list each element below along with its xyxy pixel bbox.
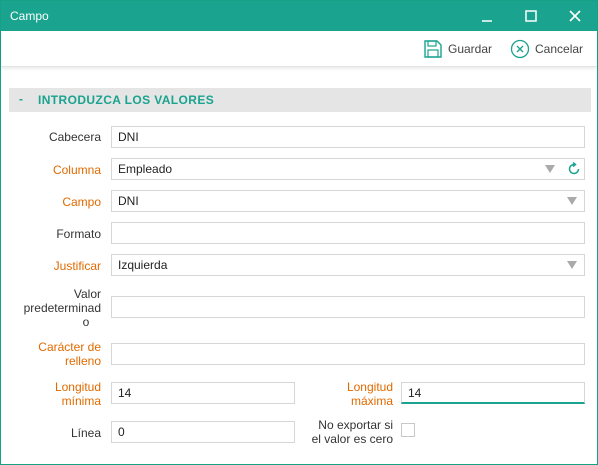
longitud-minima-label: Longitud mínima: [54, 380, 101, 408]
longitud-maxima-input[interactable]: 14: [401, 382, 585, 404]
linea-input[interactable]: 0: [111, 421, 295, 443]
cabecera-label: Cabecera: [48, 130, 101, 144]
campo-select[interactable]: DNI: [111, 190, 585, 212]
valor-predeterminado-input[interactable]: [111, 296, 585, 318]
no-exportar-label: No exportar si el valor es cero: [311, 418, 393, 446]
minimize-icon: [482, 20, 492, 22]
caracter-relleno-input[interactable]: [111, 343, 585, 365]
cancel-icon: [510, 39, 530, 59]
no-exportar-checkbox[interactable]: [401, 423, 415, 437]
refresh-icon[interactable]: [567, 162, 581, 176]
cancel-button[interactable]: Cancelar: [510, 37, 583, 61]
chevron-down-icon[interactable]: [545, 165, 555, 173]
chevron-down-icon[interactable]: [567, 197, 577, 205]
linea-label: Línea: [70, 426, 101, 440]
cabecera-input[interactable]: DNI: [111, 126, 585, 148]
formato-input[interactable]: [111, 222, 585, 244]
longitud-minima-input[interactable]: 14: [111, 382, 295, 404]
longitud-maxima-label: Longitud máxima: [346, 380, 393, 408]
columna-select[interactable]: Empleado: [111, 158, 585, 180]
section-title: INTRODUZCA LOS VALORES: [38, 93, 215, 107]
close-icon: [569, 10, 581, 22]
justificar-select[interactable]: Izquierda: [111, 254, 585, 276]
caracter-relleno-label: Carácter de relleno: [38, 340, 101, 368]
minimize-button[interactable]: [465, 1, 509, 31]
save-label: Guardar: [448, 42, 493, 56]
title-bar: Campo: [1, 1, 597, 31]
collapse-toggle[interactable]: -: [19, 92, 23, 106]
formato-label: Formato: [56, 227, 101, 241]
dialog-window: Campo Guardar Cancelar - INTRODUZCA LOS …: [0, 0, 598, 465]
maximize-icon: [525, 10, 537, 22]
valor-predeterminado-label: Valor predeterminad o: [23, 287, 101, 329]
section-header[interactable]: - INTRODUZCA LOS VALORES: [9, 88, 591, 112]
campo-label: Campo: [62, 195, 101, 209]
save-icon: [424, 40, 442, 58]
close-window-button[interactable]: [553, 1, 597, 31]
window-title: Campo: [10, 9, 49, 23]
save-button[interactable]: Guardar: [423, 37, 492, 61]
justificar-label: Justificar: [53, 259, 101, 273]
cancel-label: Cancelar: [535, 42, 584, 56]
maximize-button[interactable]: [509, 1, 553, 31]
columna-label: Columna: [52, 163, 101, 177]
chevron-down-icon[interactable]: [567, 261, 577, 269]
toolbar: Guardar Cancelar: [1, 31, 597, 67]
